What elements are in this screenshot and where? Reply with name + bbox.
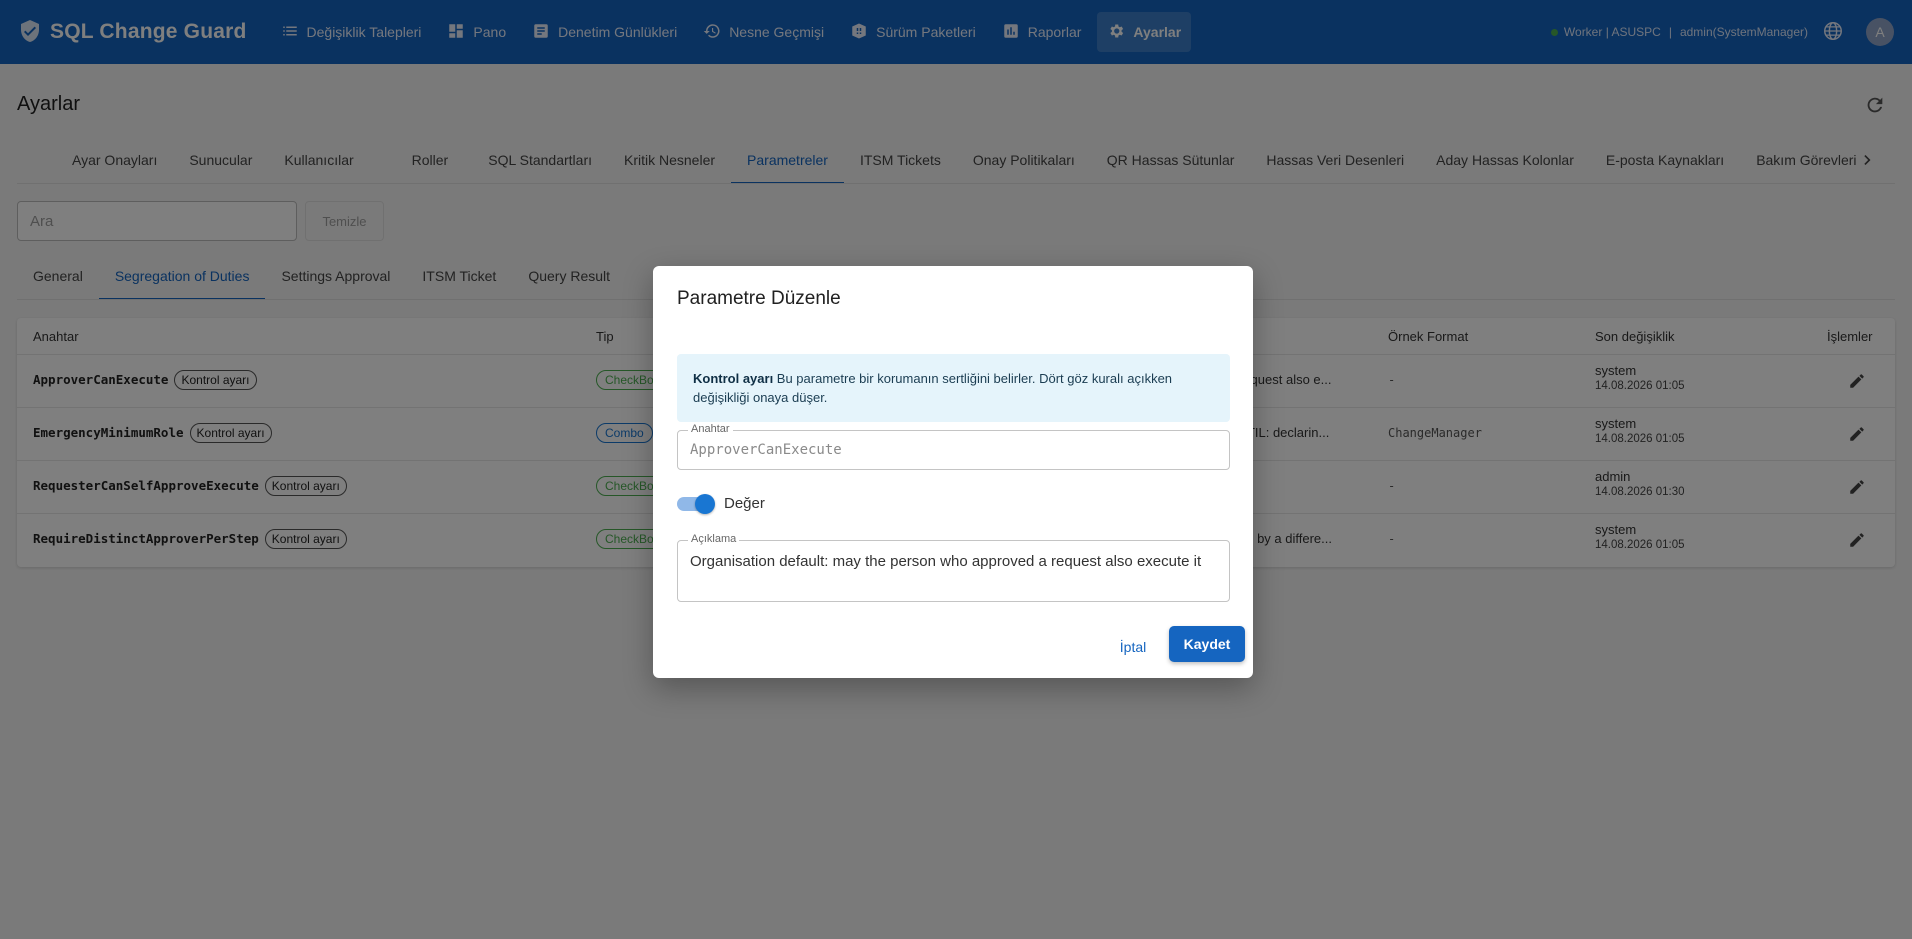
key-field-label: Anahtar [688, 423, 733, 435]
save-button[interactable]: Kaydet [1169, 626, 1245, 662]
cancel-button[interactable]: İptal [1108, 630, 1158, 664]
toggle-knob [695, 494, 715, 514]
edit-parameter-dialog: Parametre Düzenle Kontrol ayarı Bu param… [653, 266, 1253, 678]
value-toggle-label: Değer [724, 495, 765, 512]
info-alert: Kontrol ayarı Bu parametre bir korumanın… [677, 354, 1230, 422]
description-field-value[interactable]: Organisation default: may the person who… [690, 551, 1210, 573]
description-field[interactable]: Açıklama Organisation default: may the p… [677, 533, 1230, 602]
dialog-title: Parametre Düzenle [677, 288, 841, 309]
info-bold: Kontrol ayarı [693, 371, 774, 386]
key-field: Anahtar ApproverCanExecute [677, 423, 1230, 470]
description-field-label: Açıklama [688, 533, 740, 545]
value-toggle[interactable] [677, 494, 715, 514]
key-field-value: ApproverCanExecute [690, 442, 842, 458]
